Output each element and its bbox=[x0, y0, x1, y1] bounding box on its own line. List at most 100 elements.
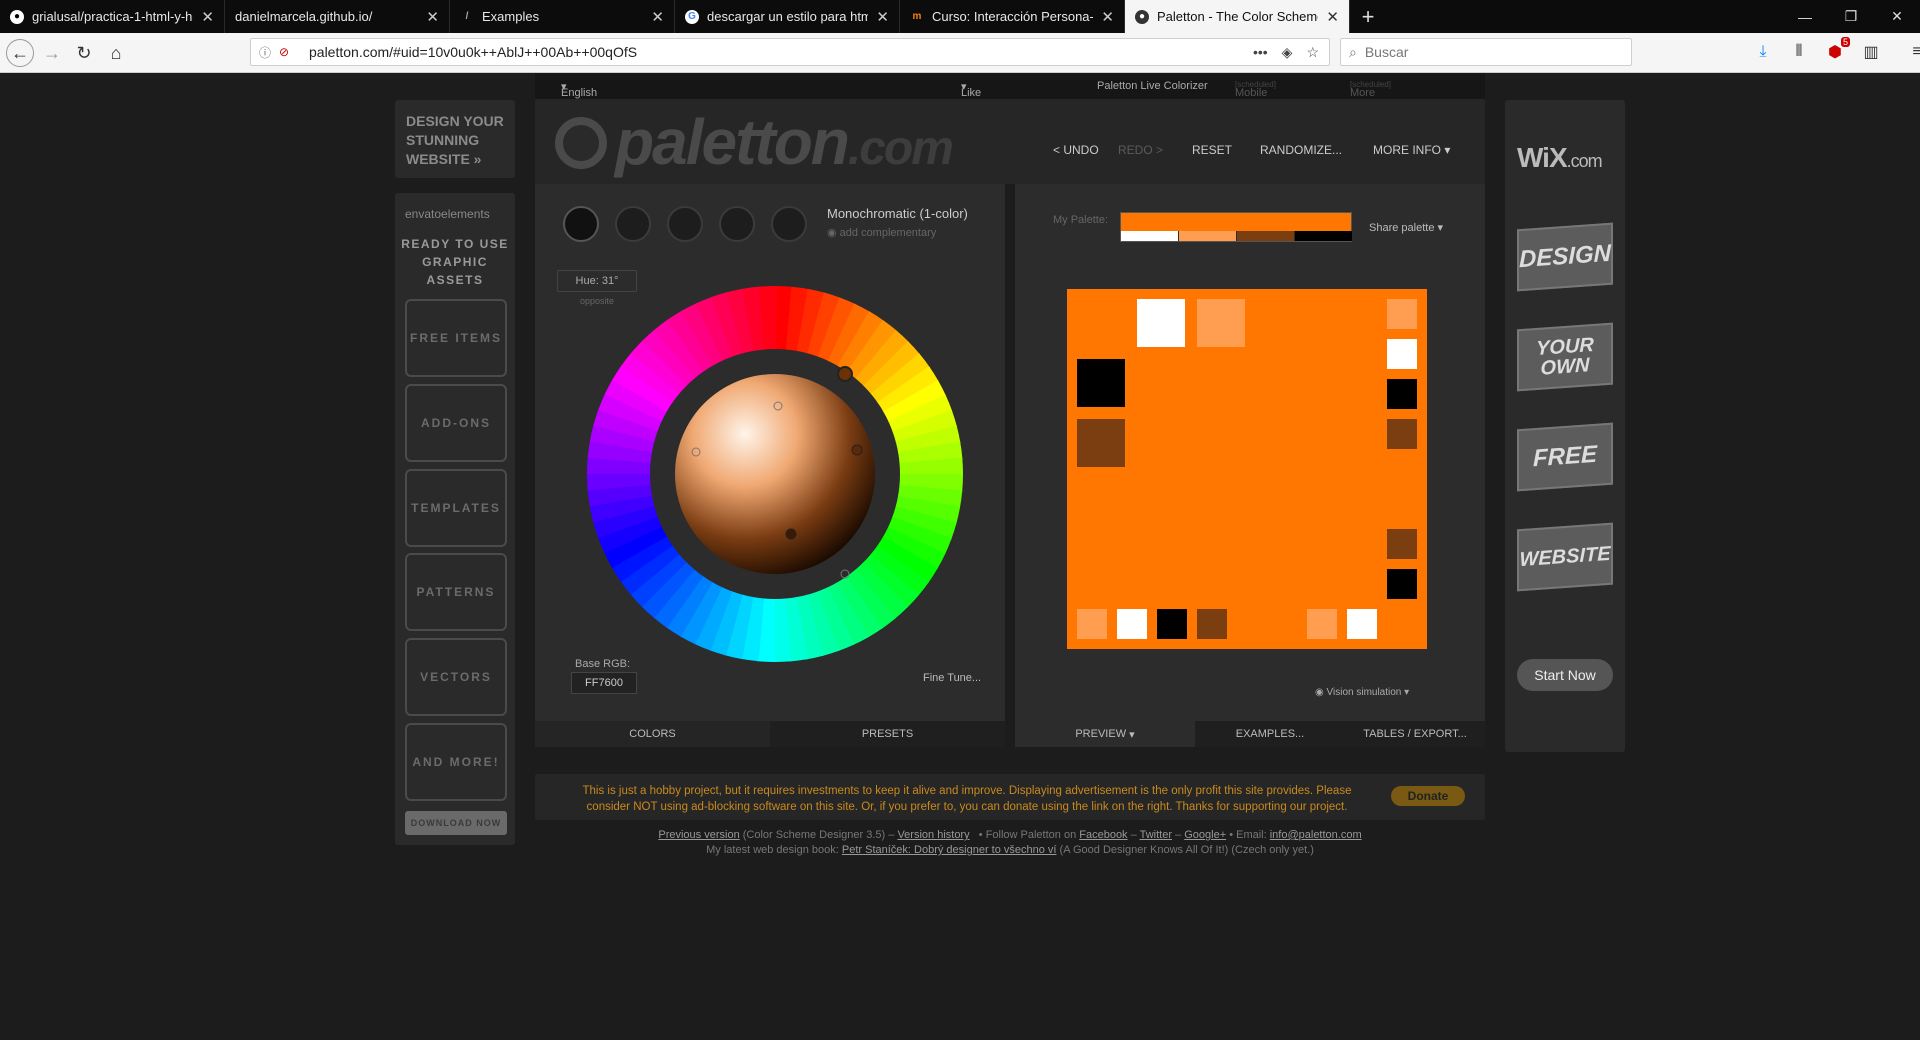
reload-icon[interactable]: ↻ bbox=[70, 39, 98, 67]
my-palette-label: My Palette: bbox=[1053, 214, 1109, 226]
color-handle[interactable] bbox=[851, 444, 863, 456]
search-input[interactable]: ⌕ Buscar bbox=[1340, 38, 1632, 66]
add-complementary-toggle[interactable]: ◉ add complementary bbox=[827, 226, 936, 239]
top-strip: English ▾ Like it? ▾ Paletton Live Color… bbox=[535, 73, 1485, 111]
browser-tab[interactable]: danielmarcela.github.io/ ✕ bbox=[225, 0, 450, 33]
like-it-menu[interactable]: Like it? ▾ bbox=[961, 80, 981, 111]
envato-ad[interactable]: envatoelements READY TO USE GRAPHIC ASSE… bbox=[395, 193, 515, 845]
googleplus-link[interactable]: Google+ bbox=[1184, 829, 1226, 841]
close-tab-icon[interactable]: ✕ bbox=[201, 8, 214, 26]
preview-swatch bbox=[1197, 609, 1227, 639]
close-tab-icon[interactable]: ✕ bbox=[1326, 8, 1339, 26]
live-colorizer-link[interactable]: Paletton Live Colorizer bbox=[1097, 80, 1208, 92]
ad-button-add-ons[interactable]: ADD-ONS bbox=[405, 384, 507, 462]
sidebar-icon[interactable]: ▥ bbox=[1858, 39, 1884, 65]
library-icon[interactable]: ⫴ bbox=[1786, 39, 1812, 65]
redo-button[interactable]: REDO > bbox=[1118, 143, 1163, 157]
browser-tab[interactable]: m Curso: Interacción Persona-Ord ✕ bbox=[900, 0, 1125, 33]
ad-button-patterns[interactable]: PATTERNS bbox=[405, 553, 507, 631]
minimize-icon[interactable]: — bbox=[1782, 0, 1828, 33]
book-link[interactable]: Petr Staníček: Dobrý designer to všechno… bbox=[842, 844, 1057, 856]
address-bar[interactable]: ⓘ ⊘ paletton.com/#uid=10v0u0k++AblJ++00A… bbox=[250, 38, 1330, 66]
language-select[interactable]: English ▾ bbox=[561, 80, 597, 99]
browser-tab-active[interactable]: ● Paletton - The Color Scheme D ✕ bbox=[1125, 0, 1350, 33]
preview-swatch bbox=[1157, 609, 1187, 639]
adblock-icon[interactable]: ⬢ 5 bbox=[1822, 37, 1850, 65]
envato-logo: envatoelements bbox=[405, 207, 490, 221]
reset-button[interactable]: RESET bbox=[1192, 143, 1232, 157]
undo-button[interactable]: < UNDO bbox=[1053, 143, 1099, 157]
email-link[interactable]: info@paletton.com bbox=[1270, 829, 1362, 841]
ad-button-templates[interactable]: TEMPLATES bbox=[405, 469, 507, 547]
ad-card-your-own: YOUR OWN bbox=[1517, 322, 1613, 392]
base-rgb-input[interactable]: FF7600 bbox=[571, 672, 637, 694]
language-label: English bbox=[561, 87, 598, 99]
close-tab-icon[interactable]: ✕ bbox=[651, 8, 664, 26]
more-info-button[interactable]: MORE INFO ▾ bbox=[1373, 143, 1450, 157]
hue-handle[interactable] bbox=[837, 366, 853, 382]
navigation-bar: ← → ↻ ⌂ ⓘ ⊘ paletton.com/#uid=10v0u0k++A… bbox=[0, 33, 1920, 73]
ad-button-free-items[interactable]: FREE ITEMS bbox=[405, 299, 507, 377]
downloads-icon[interactable]: ⤓ bbox=[1750, 39, 1776, 65]
wix-ad[interactable]: WiX.com DESIGN YOUR OWN FREE WEBSITE Sta… bbox=[1505, 100, 1625, 752]
ad-button-and-more[interactable]: AND MORE! bbox=[405, 723, 507, 801]
mode-tetrad-icon[interactable] bbox=[719, 206, 755, 242]
browser-tab[interactable]: / Examples ✕ bbox=[450, 0, 675, 33]
mode-title: Monochromatic (1-color) bbox=[827, 206, 968, 221]
bookmark-star-icon[interactable]: ☆ bbox=[1306, 44, 1319, 61]
tab-title: danielmarcela.github.io/ bbox=[235, 9, 373, 24]
close-tab-icon[interactable]: ✕ bbox=[1101, 8, 1114, 26]
close-window-icon[interactable]: ✕ bbox=[1874, 0, 1920, 33]
palette-swatch bbox=[1179, 231, 1236, 241]
my-palette-swatch[interactable] bbox=[1120, 212, 1352, 242]
close-tab-icon[interactable]: ✕ bbox=[426, 8, 439, 26]
share-palette-button[interactable]: Share palette ▾ bbox=[1369, 221, 1443, 234]
tab-preview[interactable]: PREVIEW ▾ bbox=[1015, 721, 1195, 747]
browser-tab[interactable]: G descargar un estilo para html - ✕ bbox=[675, 0, 900, 33]
browser-chrome: ● grialusal/practica-1-html-y-hoj ✕ dani… bbox=[0, 0, 1920, 73]
home-icon[interactable]: ⌂ bbox=[102, 39, 130, 67]
version-history-link[interactable]: Version history bbox=[897, 829, 969, 841]
mode-adjacent-icon[interactable] bbox=[615, 206, 651, 242]
preview-swatch bbox=[1387, 419, 1417, 449]
tab-examples[interactable]: EXAMPLES... bbox=[1195, 721, 1345, 747]
mode-free-icon[interactable] bbox=[771, 206, 807, 242]
close-tab-icon[interactable]: ✕ bbox=[876, 8, 889, 26]
preview-swatch bbox=[1197, 299, 1245, 347]
fine-tune-button[interactable]: Fine Tune... bbox=[923, 672, 981, 684]
info-icon[interactable]: ⓘ bbox=[259, 44, 279, 61]
ad-heading: READY TO USE GRAPHIC ASSETS bbox=[401, 237, 509, 287]
color-wheel[interactable] bbox=[585, 284, 965, 664]
color-handle[interactable] bbox=[785, 528, 797, 540]
restore-icon[interactable]: ❐ bbox=[1828, 0, 1874, 33]
start-now-button[interactable]: Start Now bbox=[1517, 659, 1613, 691]
tab-presets[interactable]: PRESETS bbox=[770, 721, 1005, 747]
vision-simulation-button[interactable]: ◉ Vision simulation ▾ bbox=[1315, 687, 1409, 698]
mode-triad-icon[interactable] bbox=[667, 206, 703, 242]
pocket-icon[interactable]: ◈ bbox=[1282, 44, 1293, 61]
design-website-ad[interactable]: DESIGN YOUR STUNNING WEBSITE » bbox=[395, 100, 515, 178]
tab-tables-export[interactable]: TABLES / EXPORT... bbox=[1345, 721, 1485, 747]
paletton-logo[interactable]: paletton.com bbox=[615, 105, 954, 179]
tab-colors[interactable]: COLORS bbox=[535, 721, 770, 747]
previous-version-link[interactable]: Previous version bbox=[658, 829, 739, 841]
palette-base-swatch bbox=[1121, 213, 1351, 231]
url-text[interactable]: paletton.com/#uid=10v0u0k++AblJ++00Ab++0… bbox=[309, 44, 1253, 60]
mode-mono-icon[interactable] bbox=[563, 206, 599, 242]
facebook-link[interactable]: Facebook bbox=[1079, 829, 1127, 841]
palette-swatch bbox=[1237, 231, 1294, 241]
browser-tab[interactable]: ● grialusal/practica-1-html-y-hoj ✕ bbox=[0, 0, 225, 33]
twitter-link[interactable]: Twitter bbox=[1140, 829, 1172, 841]
forward-icon[interactable]: → bbox=[38, 39, 66, 67]
download-now-button[interactable]: DOWNLOAD NOW bbox=[405, 811, 507, 835]
back-icon[interactable]: ← bbox=[6, 39, 34, 67]
donate-button[interactable]: Donate bbox=[1391, 786, 1465, 806]
menu-icon[interactable]: ≡ bbox=[1904, 39, 1920, 65]
tab-title: Paletton - The Color Scheme D bbox=[1157, 9, 1318, 24]
randomize-button[interactable]: RANDOMIZE... bbox=[1260, 143, 1342, 157]
preview-swatch bbox=[1347, 609, 1377, 639]
color-handle[interactable] bbox=[840, 569, 850, 579]
ad-button-vectors[interactable]: VECTORS bbox=[405, 638, 507, 716]
page-actions-icon[interactable]: ••• bbox=[1253, 44, 1268, 61]
new-tab-button[interactable]: + bbox=[1350, 0, 1386, 33]
